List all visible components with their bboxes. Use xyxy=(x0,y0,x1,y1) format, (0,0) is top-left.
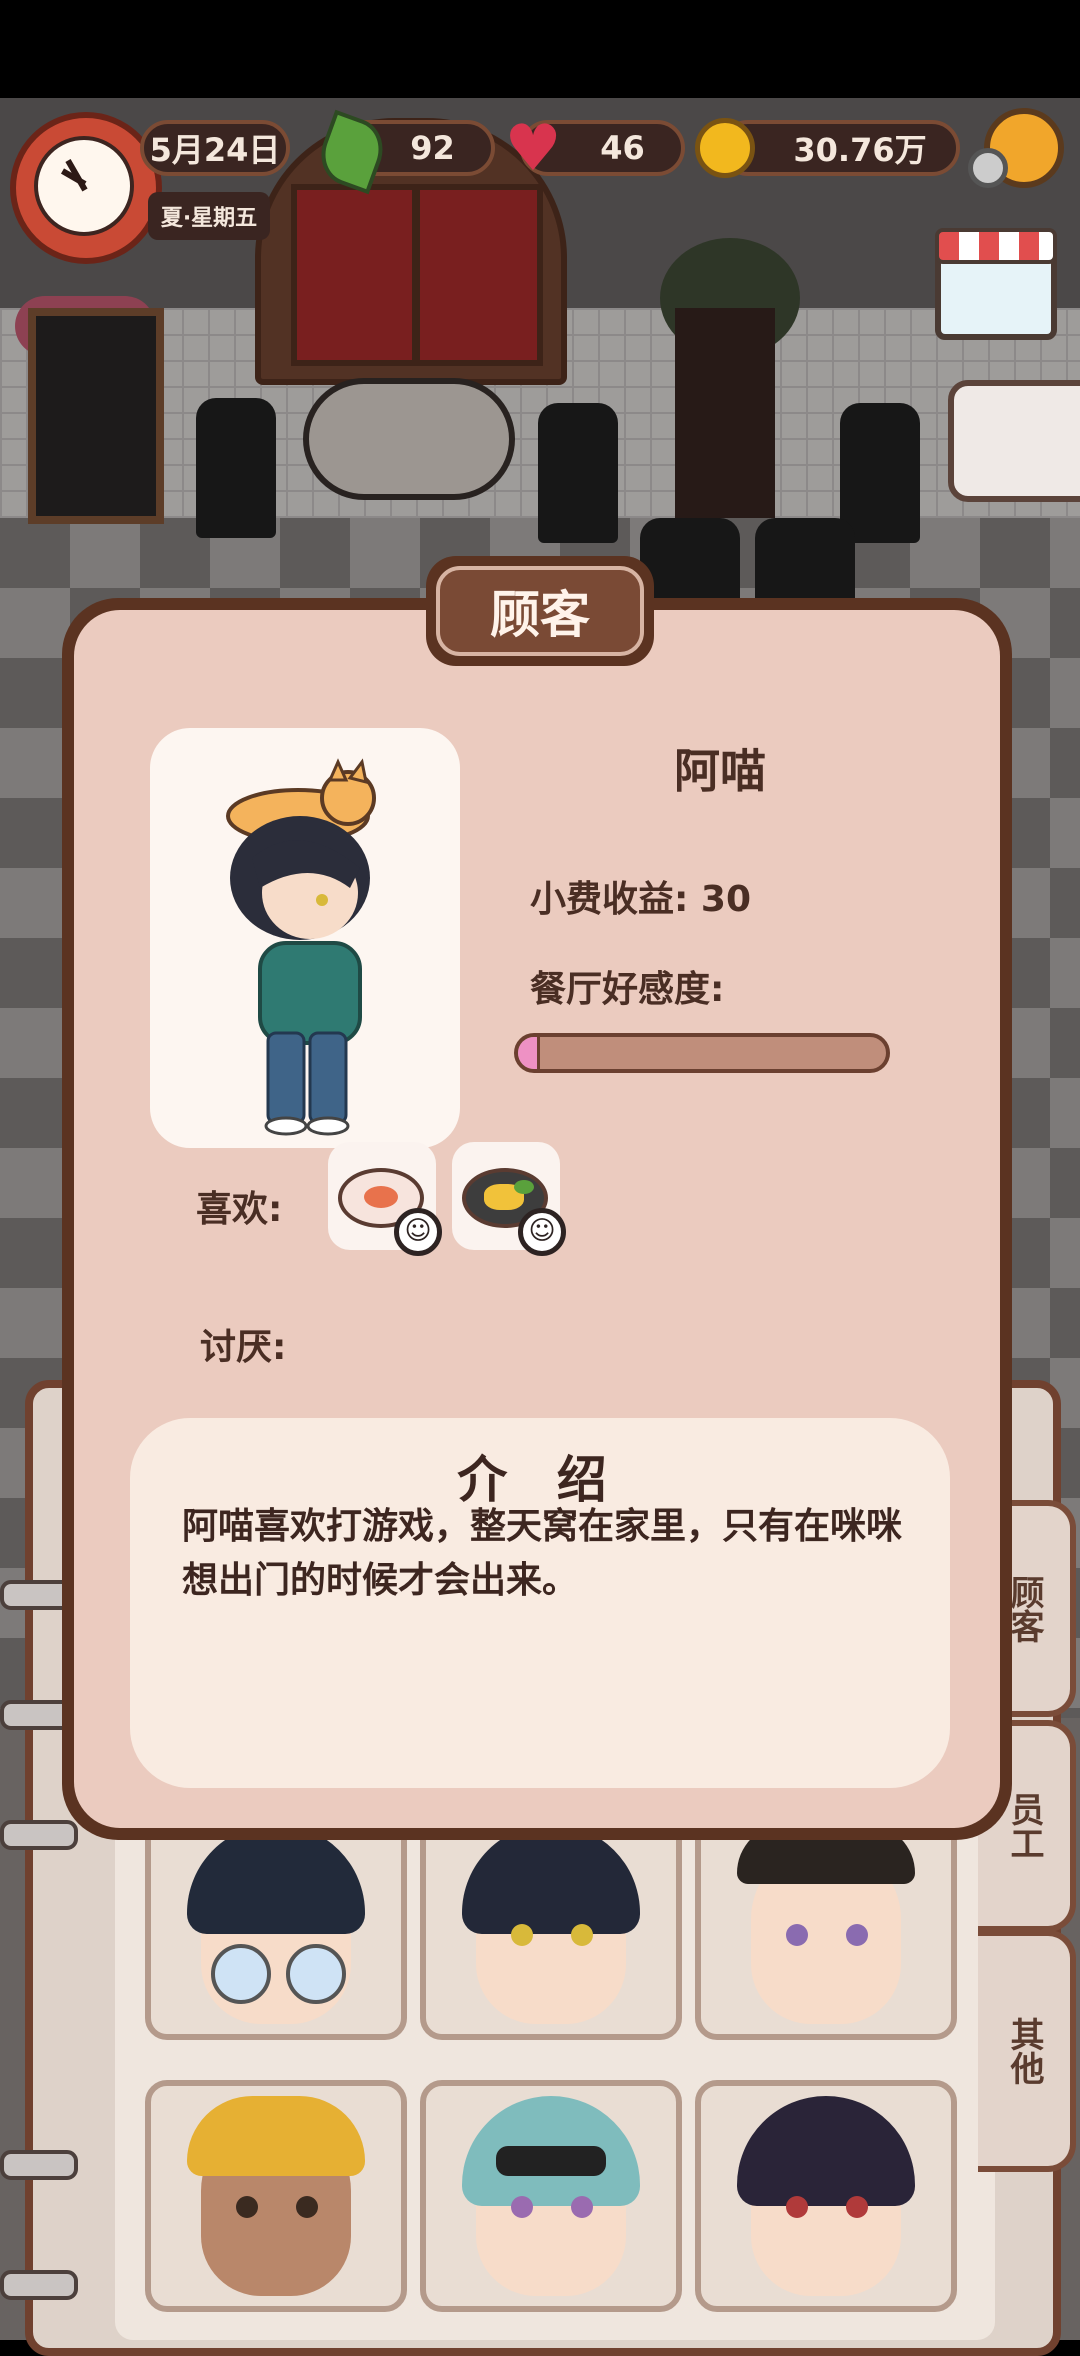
customer-hair xyxy=(737,2096,915,2206)
glasses-icon xyxy=(211,1944,271,2004)
customer-eye xyxy=(236,2196,258,2218)
intro-text: 阿喵喜欢打游戏，整天窝在家里，只有在咪咪想出门的时候才会出来。 xyxy=(182,1506,903,1601)
binder-ring xyxy=(0,2150,78,2180)
dialog-title: 顾客 xyxy=(436,566,644,656)
customer-hair xyxy=(462,1824,640,1934)
dialog-title-tab: 顾客 xyxy=(426,556,654,666)
intro-panel: 介 绍 阿喵喜欢打游戏，整天窝在家里，只有在咪咪想出门的时候才会出来。 xyxy=(130,1418,950,1788)
season-day-display: 夏·星期五 xyxy=(148,192,270,240)
customer-eye xyxy=(786,2196,808,2218)
customer-card[interactable] xyxy=(695,1808,957,2040)
coin-counter: 30.76万 xyxy=(720,120,960,176)
customer-hair xyxy=(187,1824,365,1934)
date-display: 5月24日 xyxy=(140,120,290,176)
favorability-fill xyxy=(518,1037,541,1069)
customer-eye xyxy=(511,1924,533,1946)
binder-ring xyxy=(0,1820,78,1850)
shop-awning xyxy=(935,228,1057,264)
status-bar xyxy=(0,0,1080,98)
customer-avatar xyxy=(226,758,376,1136)
tab-other[interactable]: 其他 xyxy=(978,1930,1076,2172)
coin-icon xyxy=(695,118,755,178)
favorability-bar xyxy=(514,1033,890,1073)
coin-count: 30.76万 xyxy=(793,131,927,169)
liked-food-item[interactable]: ☺ xyxy=(452,1142,566,1256)
likes-label: 喜欢: xyxy=(196,1189,283,1230)
tab-other-label: 其他 xyxy=(1004,2017,1044,2085)
dislikes-label: 讨厌: xyxy=(200,1327,287,1368)
binder-ring xyxy=(0,2270,78,2300)
customer-card[interactable] xyxy=(145,1808,407,2040)
photo-album-icon[interactable] xyxy=(948,380,1080,502)
clock-icon xyxy=(10,112,162,264)
liked-food-item[interactable]: ☺ xyxy=(328,1142,442,1256)
glasses-icon xyxy=(286,1944,346,2004)
leaf-count: 92 xyxy=(410,129,455,167)
customer-eye xyxy=(511,2196,533,2218)
customer-eye xyxy=(571,1924,593,1946)
happy-face-icon: ☺ xyxy=(394,1208,442,1256)
tip-income: 小费收益: 30 xyxy=(530,879,752,920)
heart-count: 46 xyxy=(600,129,645,167)
heart-icon: ♥ xyxy=(504,112,562,186)
customer-card[interactable] xyxy=(420,1808,682,2040)
customer-eye xyxy=(846,2196,868,2218)
customer-card[interactable] xyxy=(695,2080,957,2312)
customer-eye xyxy=(786,1924,808,1946)
shop-icon[interactable] xyxy=(935,228,1057,340)
happy-face-icon: ☺ xyxy=(518,1208,566,1256)
customer-card[interactable] xyxy=(420,2080,682,2312)
clock-face xyxy=(34,136,134,236)
favorability-label: 餐厅好感度: xyxy=(530,969,725,1010)
small-gear-icon xyxy=(968,148,1008,188)
customer-eye xyxy=(846,1924,868,1946)
sunglasses-icon xyxy=(496,2146,606,2176)
customer-card[interactable] xyxy=(145,2080,407,2312)
customer-eye xyxy=(296,2196,318,2218)
hard-hat-icon xyxy=(187,2096,365,2176)
customer-name: 阿喵 xyxy=(674,744,766,798)
customer-portrait xyxy=(150,728,460,1148)
customer-eye xyxy=(571,2196,593,2218)
